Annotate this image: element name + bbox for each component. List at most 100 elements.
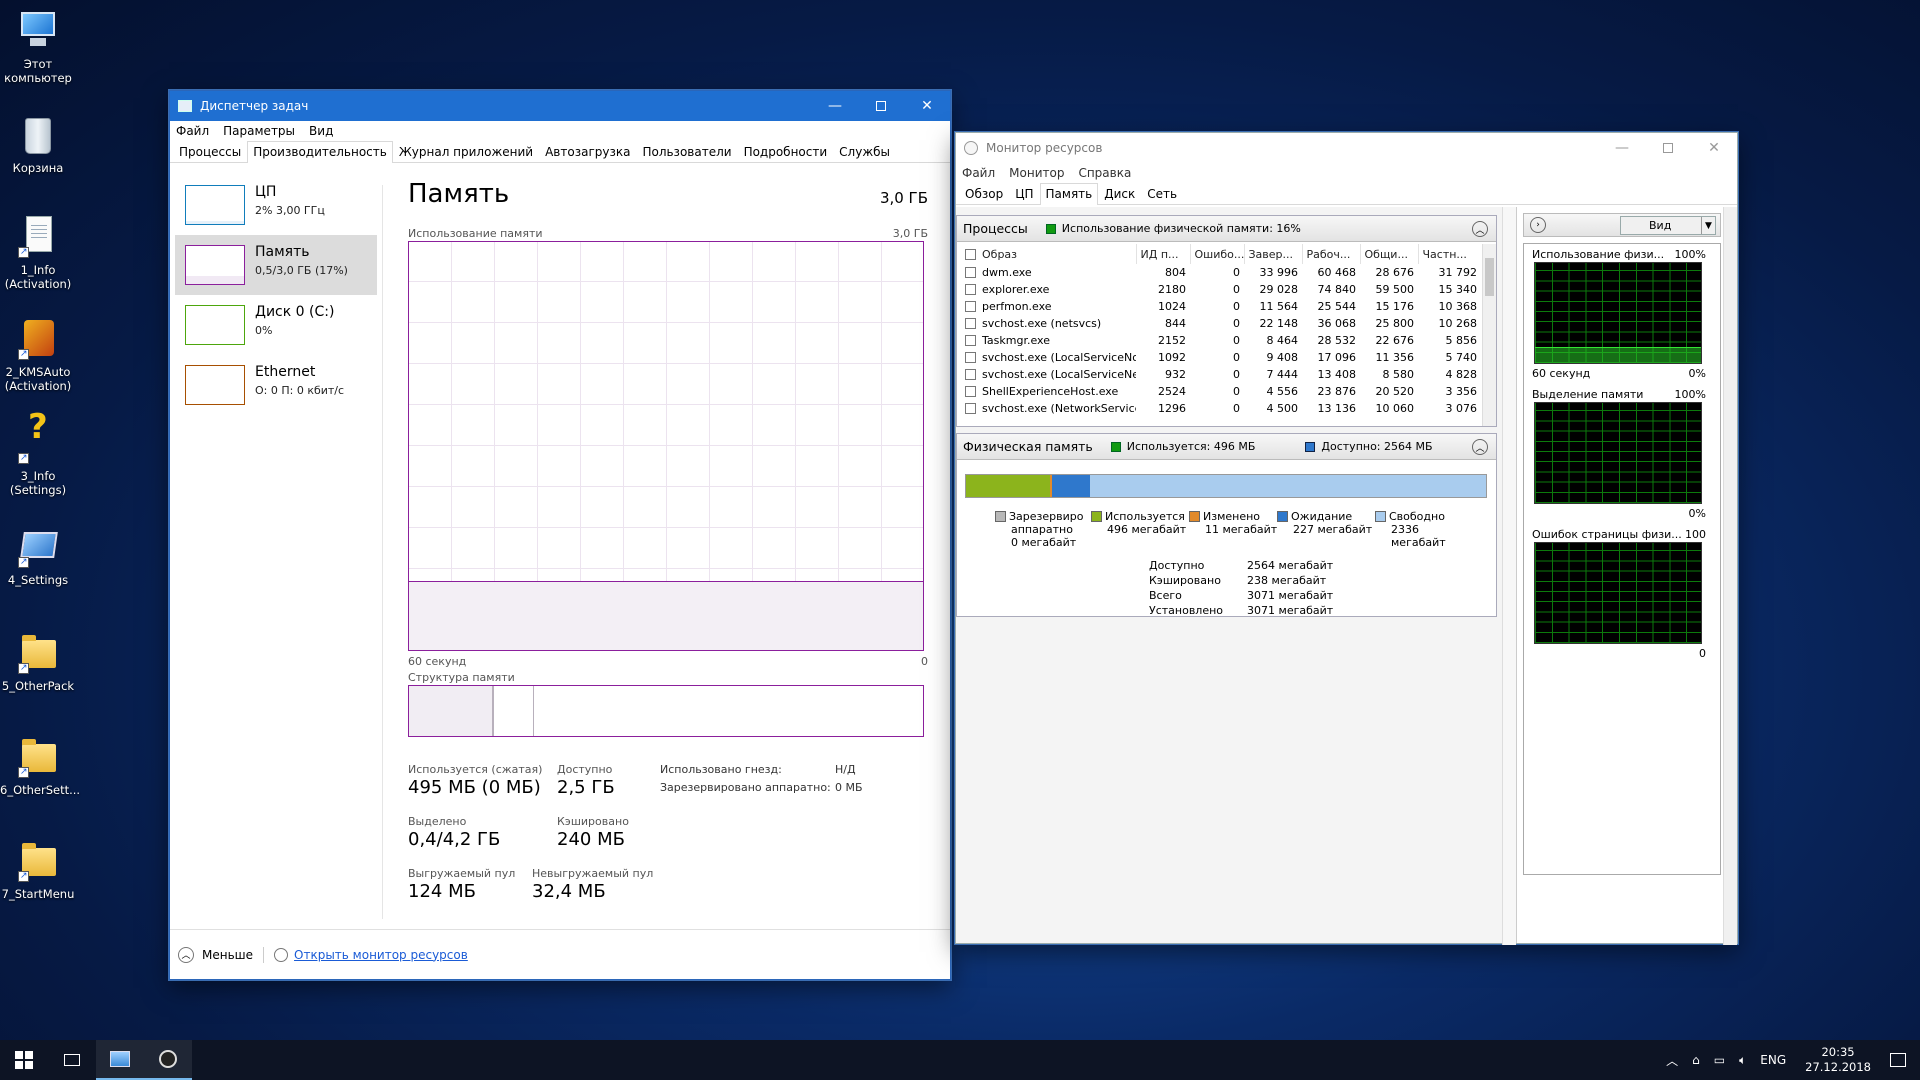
tab-details[interactable]: Подробности: [738, 141, 834, 162]
column-header[interactable]: Завер...: [1244, 244, 1303, 264]
resource-monitor-titlebar[interactable]: Монитор ресурсов — ✕: [956, 133, 1737, 163]
main-scrollbar[interactable]: [1502, 207, 1516, 945]
table-row[interactable]: perfmon.exe 1024 0 11 564 25 544 15 176 10 368: [961, 298, 1481, 315]
column-header[interactable]: Рабоч...: [1302, 244, 1361, 264]
desktop-icon-2[interactable]: Корзина: [0, 112, 76, 175]
open-resource-monitor-link[interactable]: Открыть монитор ресурсов: [294, 948, 468, 962]
row-checkbox[interactable]: [965, 301, 976, 312]
table-row[interactable]: explorer.exe 2180 0 29 028 74 840 59 500 15 34…: [961, 281, 1481, 298]
chevron-up-icon[interactable]: ︿: [178, 946, 194, 963]
view-dropdown[interactable]: Вид ▼: [1620, 216, 1716, 235]
row-checkbox[interactable]: [965, 352, 976, 363]
desktop-icon-5[interactable]: ? 3_Info (Settings): [0, 410, 76, 497]
menu-monitor[interactable]: Монитор: [1009, 166, 1064, 180]
menu-file[interactable]: Файл: [176, 124, 209, 138]
desktop-icon-6[interactable]: 4_Settings: [0, 524, 76, 587]
collapse-icon[interactable]: ︿: [1472, 439, 1488, 455]
process-name: explorer.exe: [982, 283, 1050, 296]
minimize-button[interactable]: —: [812, 91, 858, 121]
chevron-right-icon[interactable]: ›: [1530, 217, 1546, 233]
menu-view[interactable]: Вид: [309, 124, 333, 138]
sidebar-item-label: ЦП: [255, 184, 277, 200]
speaker-icon[interactable]: 🔈︎: [1739, 1053, 1746, 1068]
desktop-icon-1[interactable]: Этот компьютер: [0, 8, 76, 85]
task-view-button[interactable]: [48, 1040, 96, 1080]
memory-structure-bar[interactable]: [408, 685, 924, 737]
maximize-button[interactable]: [858, 91, 904, 121]
table-row[interactable]: Taskmgr.exe 2152 0 8 464 28 532 22 676 5 856: [961, 332, 1481, 349]
column-header[interactable]: Общи...: [1360, 244, 1419, 264]
row-checkbox[interactable]: [965, 386, 976, 397]
table-cell: 844: [1165, 317, 1186, 330]
chevron-up-icon[interactable]: ︿: [1666, 1052, 1678, 1069]
processes-panel-header[interactable]: Процессы Использование физической памяти…: [957, 216, 1496, 242]
graph-max: 100: [1685, 528, 1706, 541]
tab-startup[interactable]: Автозагрузка: [539, 141, 636, 162]
sidebar-item-disk[interactable]: Диск 0 (C:) 0%: [175, 295, 377, 355]
table-cell: 1024: [1158, 300, 1186, 313]
row-checkbox[interactable]: [965, 369, 976, 380]
physical-memory-header[interactable]: Физическая память Используется: 496 МБ Д…: [957, 434, 1496, 460]
table-row[interactable]: dwm.exe 804 0 33 996 60 468 28 676 31 792: [961, 264, 1481, 281]
fewer-details-button[interactable]: Меньше: [202, 948, 253, 962]
rm-close-button[interactable]: ✕: [1691, 133, 1737, 163]
notifications-icon[interactable]: [1890, 1053, 1906, 1067]
start-button[interactable]: [0, 1040, 48, 1080]
menu-help[interactable]: Справка: [1078, 166, 1131, 180]
table-row[interactable]: svchost.exe (NetworkService) 1296 0 4 500 13…: [961, 400, 1481, 417]
process-table-body: dwm.exe 804 0 33 996 60 468 28 676 31 792 explo…: [961, 264, 1481, 417]
table-row[interactable]: ShellExperienceHost.exe 2524 0 4 556 23 876 2…: [961, 383, 1481, 400]
taskbar-resource-monitor[interactable]: [144, 1040, 192, 1080]
column-header[interactable]: Образ: [961, 244, 1137, 264]
task-manager-titlebar[interactable]: Диспетчер задач — ✕: [170, 91, 950, 121]
column-header[interactable]: Частн...: [1418, 244, 1481, 264]
tab-processes[interactable]: Процессы: [173, 141, 247, 162]
table-row[interactable]: svchost.exe (netsvcs) 844 0 22 148 36 068 25 …: [961, 315, 1481, 332]
close-button[interactable]: ✕: [904, 91, 950, 121]
tab-memory[interactable]: Память: [1039, 183, 1099, 205]
row-checkbox[interactable]: [965, 267, 976, 278]
row-checkbox[interactable]: [965, 403, 976, 414]
sidebar-item-cpu[interactable]: ЦП 2% 3,00 ГГц: [175, 175, 377, 235]
language-indicator[interactable]: ENG: [1760, 1053, 1786, 1067]
process-scrollbar[interactable]: [1482, 244, 1496, 426]
tab-overview[interactable]: Обзор: [959, 183, 1009, 204]
desktop-icon-4[interactable]: 2_KMSAuto (Activation): [0, 316, 76, 393]
table-row[interactable]: svchost.exe (LocalServiceNo... 1092 0 9 408…: [961, 349, 1481, 366]
taskbar-task-manager[interactable]: [96, 1040, 144, 1080]
clock[interactable]: 20:35 27.12.2018: [1805, 1045, 1871, 1075]
task-manager-window[interactable]: Диспетчер задач — ✕ Файл Параметры Вид П…: [169, 90, 951, 980]
tab-performance[interactable]: Производительность: [247, 141, 393, 163]
row-checkbox[interactable]: [965, 284, 976, 295]
menu-file[interactable]: Файл: [962, 166, 995, 180]
collapse-icon[interactable]: ︿: [1472, 221, 1488, 237]
resource-monitor-window[interactable]: Монитор ресурсов — ✕ Файл Монитор Справк…: [955, 132, 1738, 945]
desktop-icon-8[interactable]: 6_OtherSett...: [0, 734, 80, 797]
scrollbar-thumb[interactable]: [1485, 258, 1494, 296]
desktop-icon-3[interactable]: 1_Info (Activation): [0, 214, 76, 291]
desktop-icon-7[interactable]: 5_OtherPack: [0, 630, 76, 693]
row-checkbox[interactable]: [965, 335, 976, 346]
menu-options[interactable]: Параметры: [223, 124, 295, 138]
column-header[interactable]: ИД п...: [1136, 244, 1191, 264]
tab-disk[interactable]: Диск: [1098, 183, 1141, 204]
sidebar-item-memory[interactable]: Память 0,5/3,0 ГБ (17%): [175, 235, 377, 295]
tab-network[interactable]: Сеть: [1141, 183, 1183, 204]
column-header[interactable]: Ошибо...: [1190, 244, 1245, 264]
select-all-checkbox[interactable]: [965, 248, 976, 260]
tab-services[interactable]: Службы: [833, 141, 896, 162]
rm-minimize-button[interactable]: —: [1599, 133, 1645, 163]
side-scrollbar[interactable]: [1723, 207, 1737, 945]
sidebar-item-ethernet[interactable]: Ethernet О: 0 П: 0 кбит/с: [175, 355, 377, 415]
display-icon[interactable]: ▭: [1714, 1053, 1725, 1067]
rm-maximize-button[interactable]: [1645, 133, 1691, 163]
memory-thumbnail-graph: [185, 245, 245, 285]
tab-users[interactable]: Пользователи: [636, 141, 737, 162]
tab-cpu[interactable]: ЦП: [1009, 183, 1039, 204]
tab-app-history[interactable]: Журнал приложений: [393, 141, 539, 162]
network-icon[interactable]: ⌂: [1692, 1053, 1700, 1067]
legend-line: 496 мегабайт: [1107, 523, 1187, 536]
row-checkbox[interactable]: [965, 318, 976, 329]
table-row[interactable]: svchost.exe (LocalServiceNet... 932 0 7 444…: [961, 366, 1481, 383]
desktop-icon-9[interactable]: 7_StartMenu: [0, 838, 76, 901]
